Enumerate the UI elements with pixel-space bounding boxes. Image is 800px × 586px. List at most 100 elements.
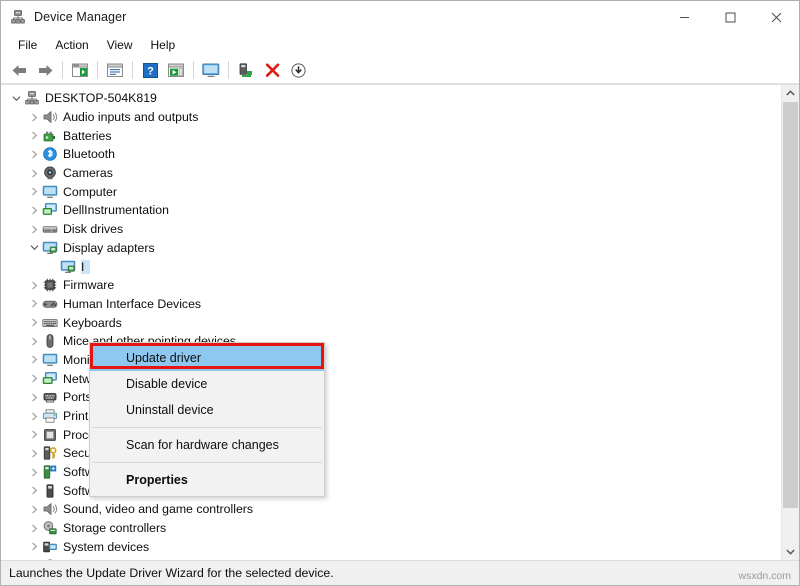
context-menu-item[interactable]: Properties bbox=[90, 467, 324, 493]
chevron-right-icon[interactable] bbox=[27, 524, 42, 533]
chevron-right-icon[interactable] bbox=[27, 355, 42, 364]
tree-item[interactable]: Firmware bbox=[1, 276, 781, 295]
tree-item[interactable]: Sound, video and game controllers bbox=[1, 500, 781, 519]
menu-view[interactable]: View bbox=[98, 35, 142, 55]
chevron-down-icon[interactable] bbox=[782, 543, 799, 560]
tree-item[interactable]: DellInstrumentation bbox=[1, 201, 781, 220]
tree-item[interactable]: Keyboards bbox=[1, 313, 781, 332]
chevron-right-icon[interactable] bbox=[27, 449, 42, 458]
display-adapter-icon bbox=[42, 240, 58, 256]
computer-root-icon bbox=[24, 90, 40, 106]
tree-item[interactable]: Computer bbox=[1, 182, 781, 201]
tree-item-label: Human Interface Devices bbox=[63, 297, 207, 311]
console-tree-icon[interactable] bbox=[68, 59, 92, 81]
chevron-right-icon[interactable] bbox=[27, 206, 42, 215]
tree-item[interactable]: Display adapters bbox=[1, 239, 781, 258]
security-key-icon bbox=[42, 445, 58, 461]
device-green-icon[interactable] bbox=[234, 59, 258, 81]
help-question-icon[interactable]: ? bbox=[138, 59, 162, 81]
chevron-right-icon[interactable] bbox=[27, 225, 42, 234]
scrollbar-track[interactable] bbox=[782, 102, 799, 543]
processor-icon bbox=[42, 427, 58, 443]
chevron-right-icon[interactable] bbox=[27, 150, 42, 159]
bluetooth-icon bbox=[42, 146, 58, 162]
chevron-right-icon[interactable] bbox=[27, 430, 42, 439]
forward-arrow-icon[interactable] bbox=[33, 59, 57, 81]
chevron-right-icon[interactable] bbox=[27, 542, 42, 551]
chevron-down-icon[interactable] bbox=[27, 243, 42, 252]
context-menu-item[interactable]: Uninstall device bbox=[90, 397, 324, 423]
context-menu-item[interactable]: Disable device bbox=[90, 371, 324, 397]
toolbar-separator bbox=[62, 61, 63, 79]
chevron-right-icon[interactable] bbox=[27, 299, 42, 308]
chevron-right-icon[interactable] bbox=[27, 505, 42, 514]
monitor-update-icon[interactable] bbox=[199, 59, 223, 81]
dell-instrumentation-icon bbox=[42, 202, 58, 218]
annotation-highlight-box bbox=[90, 343, 324, 369]
tree-item[interactable]: Bluetooth bbox=[1, 145, 781, 164]
chevron-up-icon[interactable] bbox=[782, 85, 799, 102]
chevron-right-icon[interactable] bbox=[27, 468, 42, 477]
scrollbar-thumb[interactable] bbox=[783, 102, 798, 508]
titlebar: Device Manager bbox=[1, 1, 799, 33]
chevron-right-icon[interactable] bbox=[27, 131, 42, 140]
tree-item-label: Bluetooth bbox=[63, 147, 121, 161]
device-manager-window: Device Manager File Action View Help bbox=[0, 0, 800, 586]
statusbar: Launches the Update Driver Wizard for th… bbox=[1, 560, 799, 585]
port-icon bbox=[42, 389, 58, 405]
tree-item-label: Keyboards bbox=[63, 316, 128, 330]
tree-item-label: Display adapters bbox=[63, 241, 161, 255]
tree-item[interactable]: DESKTOP-504K819 bbox=[1, 89, 781, 108]
tree-item-label: Cameras bbox=[63, 166, 119, 180]
chevron-right-icon[interactable] bbox=[27, 337, 42, 346]
tree-item-label: System devices bbox=[63, 540, 155, 554]
system-device-icon bbox=[42, 539, 58, 555]
context-menu-item[interactable]: Scan for hardware changes bbox=[90, 432, 324, 458]
storage-controller-icon bbox=[42, 520, 58, 536]
tree-item-label: I bbox=[81, 260, 90, 274]
display-adapter-child-icon bbox=[60, 259, 76, 275]
tree-item[interactable]: Batteries bbox=[1, 126, 781, 145]
tree-item[interactable]: Disk drives bbox=[1, 220, 781, 239]
tree-item-label: Firmware bbox=[63, 278, 120, 292]
red-x-icon[interactable] bbox=[260, 59, 284, 81]
chevron-right-icon[interactable] bbox=[27, 412, 42, 421]
chevron-right-icon[interactable] bbox=[27, 393, 42, 402]
chevron-down-icon[interactable] bbox=[9, 94, 24, 103]
mouse-icon bbox=[42, 333, 58, 349]
tree-item-label: Storage controllers bbox=[63, 521, 172, 535]
menu-file[interactable]: File bbox=[9, 35, 46, 55]
menu-action[interactable]: Action bbox=[46, 35, 97, 55]
tree-item[interactable]: Audio inputs and outputs bbox=[1, 108, 781, 127]
tree-item-label: Audio inputs and outputs bbox=[63, 110, 204, 124]
printer-icon bbox=[42, 408, 58, 424]
toolbar-separator bbox=[132, 61, 133, 79]
tree-item[interactable]: Cameras bbox=[1, 164, 781, 183]
scan-play-icon[interactable] bbox=[164, 59, 188, 81]
tree-item[interactable]: Human Interface Devices bbox=[1, 295, 781, 314]
properties-window-icon[interactable] bbox=[103, 59, 127, 81]
tree-item[interactable]: Storage controllers bbox=[1, 519, 781, 538]
chevron-right-icon[interactable] bbox=[27, 486, 42, 495]
maximize-button[interactable] bbox=[707, 1, 753, 33]
content-area: DESKTOP-504K819 Audio inputs and outputs B… bbox=[1, 84, 799, 560]
chevron-right-icon[interactable] bbox=[27, 169, 42, 178]
back-arrow-icon[interactable] bbox=[7, 59, 31, 81]
vertical-scrollbar[interactable] bbox=[781, 85, 799, 560]
chevron-right-icon[interactable] bbox=[27, 113, 42, 122]
chevron-right-icon[interactable] bbox=[27, 281, 42, 290]
download-circle-icon[interactable] bbox=[286, 59, 310, 81]
close-button[interactable] bbox=[753, 1, 799, 33]
chevron-right-icon[interactable] bbox=[27, 374, 42, 383]
tree-item-label: Computer bbox=[63, 185, 123, 199]
chevron-right-icon[interactable] bbox=[27, 318, 42, 327]
minimize-button[interactable] bbox=[661, 1, 707, 33]
menu-help[interactable]: Help bbox=[142, 35, 185, 55]
chevron-right-icon[interactable] bbox=[27, 187, 42, 196]
window-title: Device Manager bbox=[34, 10, 126, 24]
tree-item[interactable]: System devices bbox=[1, 538, 781, 557]
context-menu-separator bbox=[92, 427, 322, 428]
firmware-chip-icon bbox=[42, 277, 58, 293]
tree-item[interactable]: I bbox=[1, 257, 781, 276]
tree-item-label: Disk drives bbox=[63, 222, 129, 236]
